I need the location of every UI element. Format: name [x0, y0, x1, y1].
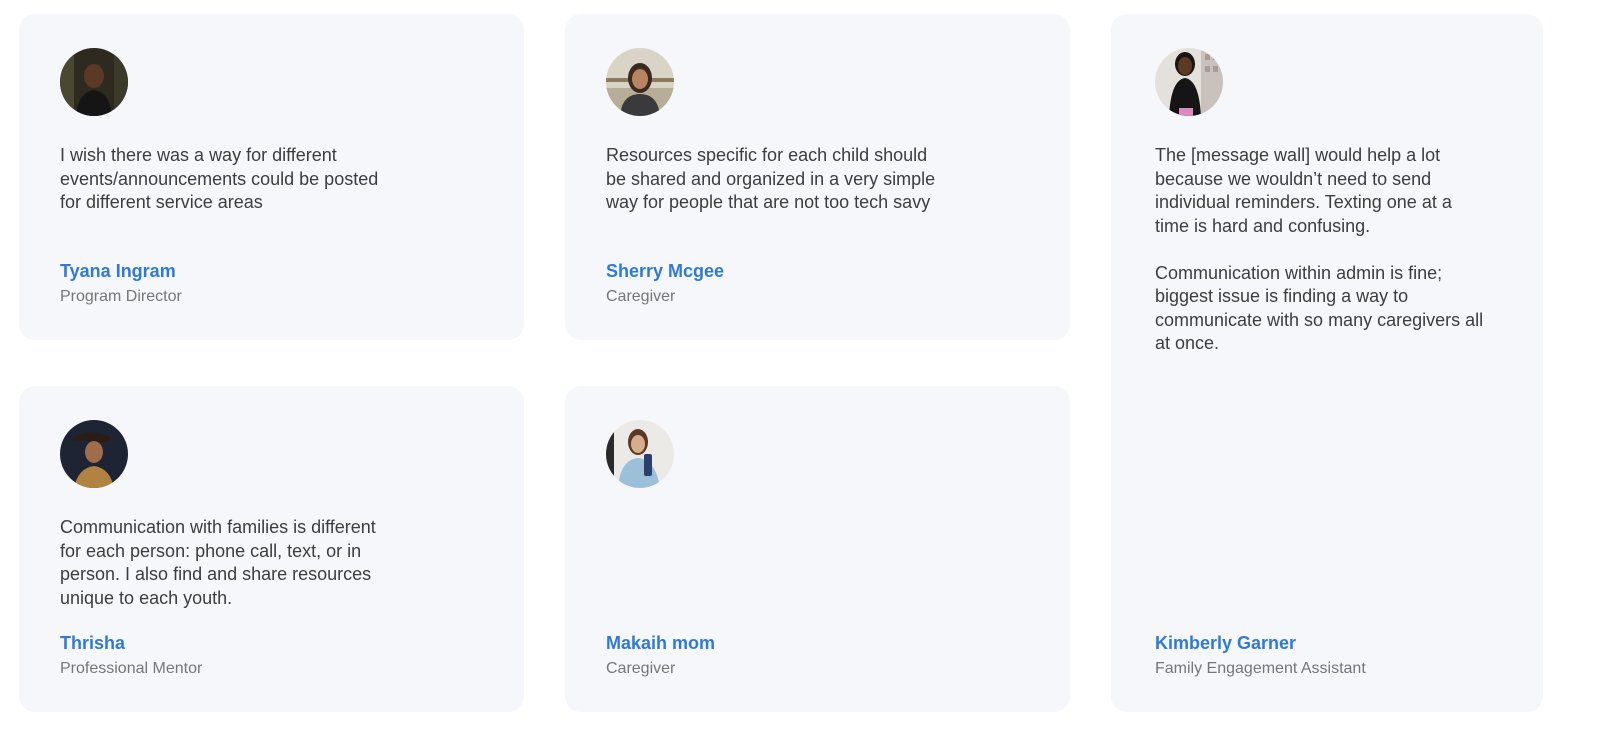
avatar-photo-icon: [606, 420, 674, 488]
testimonial-author-role: Professional Mentor: [60, 660, 203, 677]
avatar-photo-icon: [606, 48, 674, 116]
testimonial-author-role: Caregiver: [606, 660, 676, 677]
testimonial-author-name: Thrisha: [60, 633, 126, 653]
testimonial-author-name: Tyana Ingram: [60, 261, 176, 281]
avatar-photo-icon: [60, 48, 128, 116]
testimonial-author-name: Sherry Mcgee: [606, 261, 725, 281]
avatar-photo-icon: [1155, 48, 1223, 116]
testimonial-author-role: Family Engagement Assistant: [1155, 660, 1366, 677]
testimonial-quote: I wish there was a way for different eve…: [60, 145, 379, 212]
testimonial-card-kimberly-garner: The [message wall] would help a lot beca…: [1111, 14, 1543, 712]
testimonial-author-name: Makaih mom: [606, 633, 716, 653]
testimonial-quote: Communication with families is different…: [60, 517, 376, 608]
testimonial-card-makaih-mom: Makaih mom Caregiver: [565, 386, 1070, 712]
testimonial-quote: Resources specific for each child should…: [606, 145, 936, 212]
testimonial-quote: The [message wall] would help a lot beca…: [1155, 145, 1484, 353]
testimonial-card-thrisha: Communication with families is different…: [19, 386, 524, 712]
testimonial-card-tyana-ingram: I wish there was a way for different eve…: [19, 14, 524, 340]
avatar-photo-icon: [60, 420, 128, 488]
testimonial-author-name: Kimberly Garner: [1155, 633, 1297, 653]
testimonial-author-role: Caregiver: [606, 288, 676, 305]
testimonial-card-sherry-mcgee: Resources specific for each child should…: [565, 14, 1070, 340]
testimonial-author-role: Program Director: [60, 288, 182, 305]
